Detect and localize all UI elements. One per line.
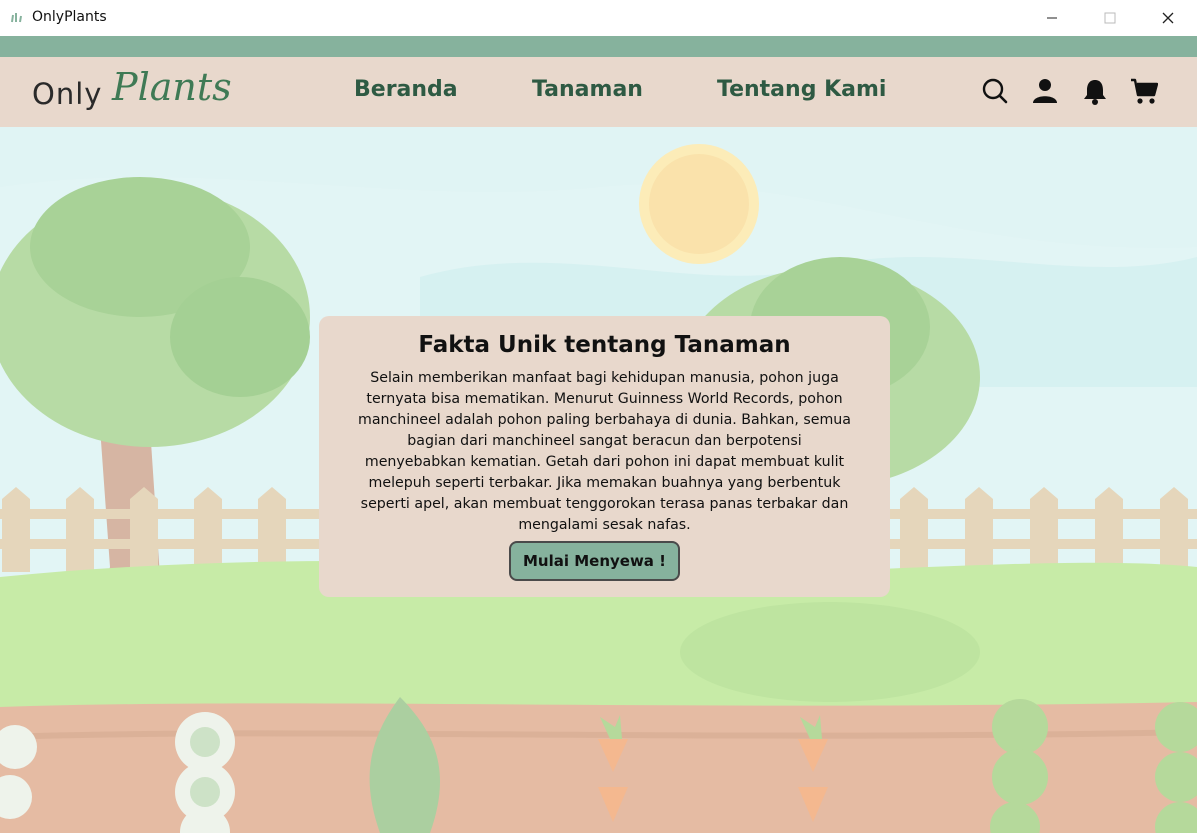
maximize-button[interactable] [1081, 0, 1139, 36]
maximize-icon [1104, 12, 1116, 24]
nav-beranda[interactable]: Beranda [354, 77, 458, 102]
fact-card-title: Fakta Unik tentang Tanaman [418, 332, 791, 358]
close-icon [1162, 12, 1174, 24]
nav-tentang-kami[interactable]: Tentang Kami [717, 77, 886, 102]
window-title: OnlyPlants [32, 9, 107, 25]
user-icon[interactable] [1031, 77, 1059, 105]
fact-card-body: Selain memberikan manfaat bagi kehidupan… [358, 370, 851, 533]
logo-text-plants: Plants [112, 65, 232, 109]
bell-icon[interactable] [1081, 77, 1109, 105]
minimize-button[interactable] [1023, 0, 1081, 36]
window-titlebar: OnlyPlants [0, 0, 1197, 36]
fact-card: Fakta Unik tentang Tanaman Selain member… [319, 316, 890, 597]
plant-icon [11, 13, 22, 23]
cart-icon[interactable] [1130, 77, 1158, 105]
logo-text-only: Only [32, 77, 103, 111]
start-renting-button[interactable]: Mulai Menyewa ! [509, 541, 680, 581]
minimize-icon [1047, 17, 1057, 19]
navbar: Only Plants Beranda Tanaman Tentang Kami [0, 57, 1197, 127]
close-button[interactable] [1139, 0, 1197, 36]
accent-strip [0, 36, 1197, 57]
nav-tanaman[interactable]: Tanaman [532, 77, 643, 102]
search-icon[interactable] [981, 77, 1009, 105]
